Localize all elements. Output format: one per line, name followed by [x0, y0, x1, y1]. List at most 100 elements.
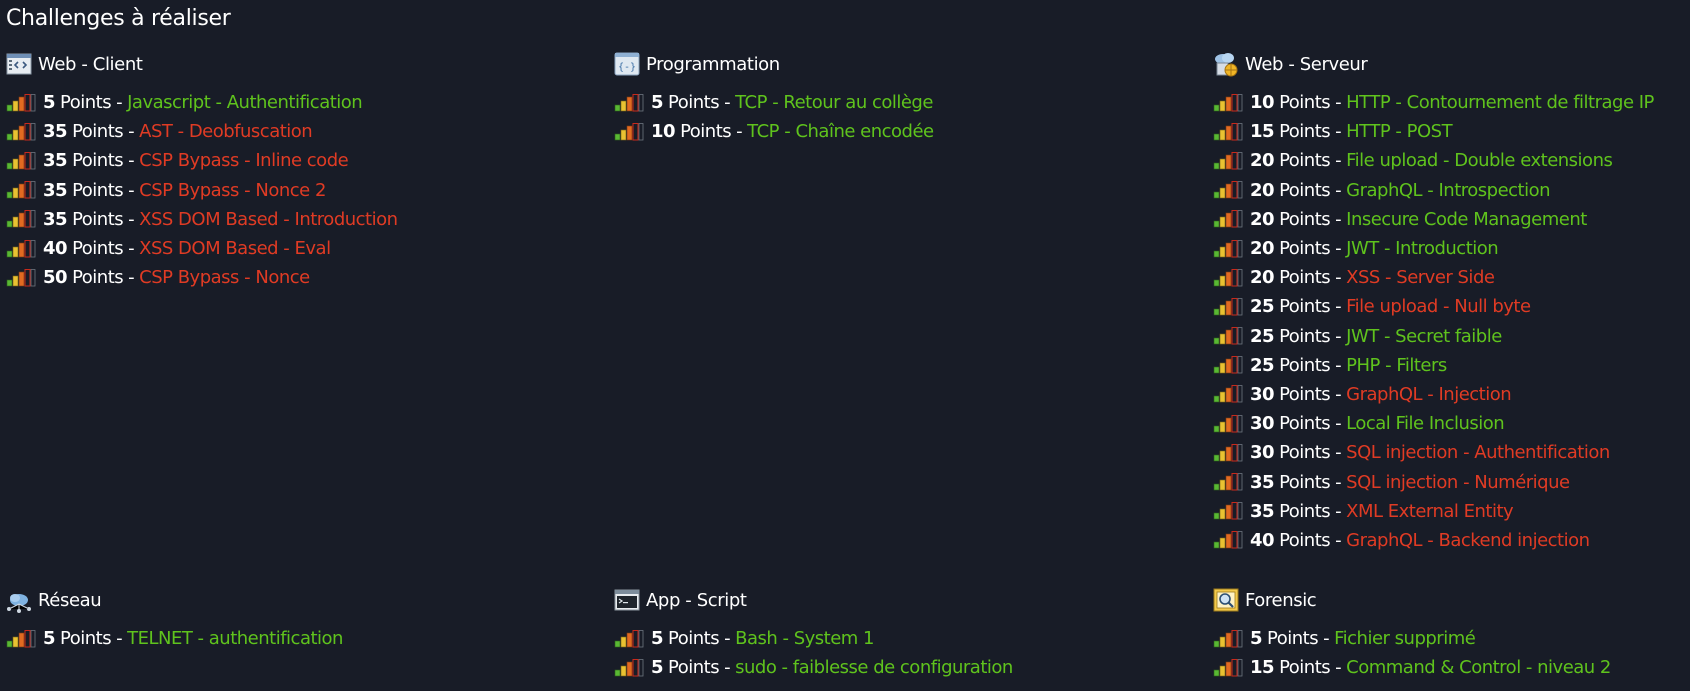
challenge-link[interactable]: Bash - System 1 — [735, 628, 874, 649]
difficulty-bars-icon — [6, 93, 36, 112]
difficulty-bars-icon — [614, 93, 644, 112]
category-title: App - Script — [646, 589, 747, 611]
challenge-points: 20 — [1250, 150, 1275, 172]
difficulty-bars-icon — [614, 658, 644, 677]
separator: - — [1335, 150, 1342, 172]
separator: - — [1335, 413, 1342, 435]
challenge-link[interactable]: TCP - Retour au collège — [735, 92, 933, 113]
category-header[interactable]: Web - Serveur — [1213, 50, 1654, 78]
challenge-link[interactable]: XML External Entity — [1346, 501, 1514, 522]
points-label: Points — [1279, 413, 1331, 435]
challenge-link[interactable]: Local File Inclusion — [1346, 413, 1505, 434]
challenge-link[interactable]: File upload - Null byte — [1346, 296, 1531, 317]
challenge-link[interactable]: XSS DOM Based - Introduction — [139, 209, 398, 230]
difficulty-bars-icon — [1213, 239, 1243, 258]
challenge-link[interactable]: CSP Bypass - Nonce — [139, 267, 310, 288]
challenge-row: 30 Points - SQL injection - Authentificatio… — [1213, 438, 1654, 467]
challenge-row: 20 Points - File upload - Double extensions — [1213, 146, 1654, 175]
points-label: Points — [72, 238, 124, 260]
challenge-row: 40 Points - XSS DOM Based - Eval — [6, 234, 398, 263]
challenge-link[interactable]: SQL injection - Authentification — [1346, 442, 1610, 463]
category-header[interactable]: App - Script — [614, 586, 1013, 614]
difficulty-bars-icon — [1213, 356, 1243, 374]
challenge-link[interactable]: AST - Deobfuscation — [139, 121, 313, 142]
challenge-link[interactable]: HTTP - POST — [1346, 121, 1452, 142]
category-header[interactable]: Réseau — [6, 586, 343, 614]
category-app-script: App - Script 5 Points - Bash - System 1 5 Poi… — [614, 586, 1013, 682]
challenge-link[interactable]: XSS DOM Based - Eval — [139, 238, 331, 259]
challenge-points: 25 — [1250, 354, 1275, 376]
separator: - — [724, 92, 731, 114]
web-serveur-icon — [1215, 53, 1238, 77]
separator: - — [724, 657, 731, 679]
points-label: Points — [1279, 92, 1331, 114]
points-label: Points — [72, 208, 124, 230]
challenge-row: 5 Points - Bash - System 1 — [614, 624, 1013, 653]
challenge-points: 5 — [651, 92, 664, 114]
separator: - — [1335, 92, 1342, 114]
challenge-row: 30 Points - GraphQL - Injection — [1213, 380, 1654, 409]
difficulty-bars-icon — [1213, 531, 1243, 549]
challenge-link[interactable]: JWT - Introduction — [1346, 238, 1499, 259]
category-header[interactable]: Web - Client — [6, 50, 398, 78]
difficulty-bars-icon — [1213, 268, 1243, 287]
challenge-link[interactable]: JWT - Secret faible — [1346, 326, 1502, 347]
challenge-link[interactable]: CSP Bypass - Inline code — [139, 150, 349, 171]
challenge-list: 5 Points - TELNET - authentification — [6, 624, 343, 653]
challenge-link[interactable]: PHP - Filters — [1346, 355, 1447, 376]
challenge-link[interactable]: TELNET - authentification — [127, 628, 343, 649]
category-header[interactable]: Forensic — [1213, 586, 1611, 614]
challenge-link[interactable]: GraphQL - Introspection — [1346, 180, 1550, 201]
challenge-row: 5 Points - sudo - faiblesse de configuratio… — [614, 653, 1013, 682]
challenge-link[interactable]: GraphQL - Injection — [1346, 384, 1512, 405]
challenge-link[interactable]: CSP Bypass - Nonce 2 — [139, 180, 326, 201]
challenge-points: 35 — [43, 179, 68, 201]
separator: - — [128, 238, 135, 260]
app-script-icon — [614, 589, 640, 611]
challenge-row: 25 Points - PHP - Filters — [1213, 351, 1654, 380]
difficulty-bars-icon — [1213, 443, 1243, 462]
separator: - — [1335, 267, 1342, 289]
challenge-link[interactable]: HTTP - Contournement de filtrage IP — [1346, 92, 1654, 113]
separator: - — [1335, 529, 1342, 551]
challenge-link[interactable]: GraphQL - Backend injection — [1346, 530, 1590, 551]
challenge-link[interactable]: TCP - Chaîne encodée — [747, 121, 934, 142]
challenge-row: 15 Points - HTTP - POST — [1213, 117, 1654, 146]
separator: - — [128, 150, 135, 172]
challenge-link[interactable]: Javascript - Authentification — [127, 92, 363, 113]
difficulty-bars-icon — [614, 122, 644, 141]
challenge-link[interactable]: File upload - Double extensions — [1346, 150, 1613, 171]
points-label: Points — [1279, 208, 1331, 230]
challenge-list: 5 Points - Fichier supprimé 15 Points - Command… — [1213, 624, 1611, 682]
challenge-link[interactable]: Command & Control - niveau 2 — [1346, 657, 1611, 678]
challenge-row: 35 Points - XML External Entity — [1213, 497, 1654, 526]
challenge-link[interactable]: SQL injection - Numérique — [1346, 472, 1570, 493]
challenge-list: 10 Points - HTTP - Contournement de filtrag… — [1213, 88, 1654, 555]
challenge-points: 40 — [43, 238, 68, 260]
separator: - — [1335, 657, 1342, 679]
challenge-row: 35 Points - AST - Deobfuscation — [6, 117, 398, 146]
challenge-points: 50 — [43, 267, 68, 289]
points-label: Points — [72, 179, 124, 201]
challenge-points: 20 — [1250, 238, 1275, 260]
category-header[interactable]: {-} Programmation — [614, 50, 934, 78]
difficulty-bars-icon — [6, 629, 36, 648]
challenge-points: 5 — [43, 92, 56, 114]
separator: - — [1335, 354, 1342, 376]
challenge-link[interactable]: Fichier supprimé — [1334, 628, 1476, 649]
separator: - — [724, 628, 731, 650]
points-label: Points — [1279, 354, 1331, 376]
challenge-link[interactable]: XSS - Server Side — [1346, 267, 1495, 288]
points-label: Points — [1279, 383, 1331, 405]
difficulty-bars-icon — [1213, 122, 1243, 141]
points-label: Points — [1267, 628, 1319, 650]
difficulty-bars-icon — [614, 629, 644, 648]
challenge-row: 10 Points - HTTP - Contournement de filtrag… — [1213, 88, 1654, 117]
separator: - — [1335, 325, 1342, 347]
category-title: Programmation — [646, 53, 780, 75]
challenge-link[interactable]: sudo - faiblesse de configuration — [735, 657, 1013, 678]
challenge-points: 20 — [1250, 179, 1275, 201]
challenge-link[interactable]: Insecure Code Management — [1346, 209, 1587, 230]
challenge-points: 5 — [1250, 628, 1263, 650]
category-programmation: {-} Programmation 5 Points - TCP - Retour a… — [614, 50, 934, 146]
